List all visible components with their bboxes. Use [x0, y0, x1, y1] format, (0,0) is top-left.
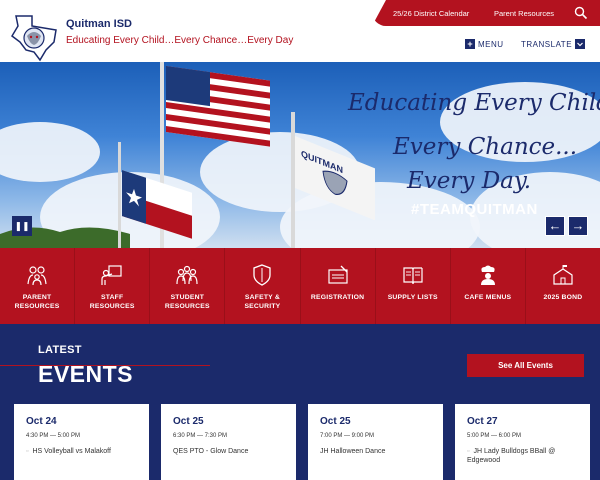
quick-link-2025-bond[interactable]: 2025 BOND [526, 248, 600, 324]
previous-slide-button[interactable]: ← [545, 216, 565, 236]
teacher-icon [101, 265, 122, 285]
chevron-down-icon [575, 39, 586, 49]
latest-events-section: LATEST EVENTS See All Events Oct 24 4:30… [0, 324, 600, 480]
search-icon[interactable] [574, 6, 588, 20]
event-title-row: JH Halloween Dance [320, 447, 435, 456]
quick-link-label: STAFF RESOURCES [89, 294, 135, 310]
quick-link-label: 2025 BOND [543, 294, 583, 301]
event-time: 4:30 PM — 5:00 PM [26, 433, 81, 439]
hero-slideshow: QUITMAN Educating Every Child... Every C… [0, 62, 600, 248]
quick-link-label: STUDENT RESOURCES [164, 294, 210, 310]
site-name[interactable]: Quitman ISD [66, 18, 132, 30]
location-icon: ▫ [26, 448, 29, 455]
district-calendar-link[interactable]: 25/26 District Calendar [393, 9, 469, 18]
translate-label: TRANSLATE [521, 39, 573, 49]
event-title-row: ▫ JH Lady Bulldogs BBall @ Edgewood [467, 447, 582, 465]
shield-icon [253, 264, 272, 286]
event-title-row: ▫ HS Volleyball vs Malakoff [26, 447, 141, 456]
event-card[interactable]: Oct 25 7:00 PM — 9:00 PM JH Halloween Da… [308, 404, 443, 480]
hero-hashtag: #TEAMQUITMAN [411, 201, 538, 218]
quick-link-label: REGISTRATION [310, 294, 365, 301]
quick-link-label: SAFETY & SECURITY [244, 294, 281, 310]
parent-resources-link[interactable]: Parent Resources [494, 9, 554, 18]
translate-button[interactable]: TRANSLATE [521, 39, 586, 49]
event-title-row: QES PTO - Glow Dance [173, 447, 288, 456]
quick-link-supply-lists[interactable]: SUPPLY LISTS [376, 248, 451, 324]
event-date: Oct 25 [173, 416, 204, 427]
event-time: 6:30 PM — 7:30 PM [173, 433, 228, 439]
district-logo[interactable] [10, 12, 60, 62]
event-title[interactable]: JH Halloween Dance [320, 448, 385, 455]
family-icon [27, 266, 47, 286]
hero-script-line-1: Educating Every Child... [348, 90, 600, 116]
event-title[interactable]: QES PTO - Glow Dance [173, 448, 248, 455]
event-card[interactable]: Oct 27 5:00 PM — 6:00 PM ▫ JH Lady Bulldo… [455, 404, 590, 480]
quick-link-staff-resources[interactable]: STAFF RESOURCES [75, 248, 151, 324]
chef-icon [480, 265, 495, 285]
quick-link-student-resources[interactable]: STUDENT RESOURCES [150, 248, 226, 324]
quick-link-registration[interactable]: REGISTRATION [301, 248, 376, 324]
event-title[interactable]: HS Volleyball vs Malakoff [32, 448, 110, 455]
school-building-icon [553, 265, 573, 285]
quick-link-label: CAFE MENUS [464, 294, 512, 301]
event-time: 7:00 PM — 9:00 PM [320, 433, 375, 439]
events-heading-small: LATEST [38, 344, 82, 356]
event-date: Oct 27 [467, 416, 498, 427]
quick-link-label: PARENT RESOURCES [14, 294, 60, 310]
clipboard-icon [327, 265, 348, 284]
quick-links-bar: PARENT RESOURCES STAFF RESOURCES STUDENT… [0, 248, 600, 324]
event-date: Oct 24 [26, 416, 57, 427]
next-slide-button[interactable]: → [568, 216, 588, 236]
quick-link-cafe-menus[interactable]: CAFE MENUS [451, 248, 526, 324]
hero-script-line-3: Every Day. [407, 168, 532, 194]
quick-link-label: SUPPLY LISTS [387, 294, 438, 301]
hero-script-line-2: Every Chance... [393, 134, 578, 160]
menu-button[interactable]: + MENU [465, 39, 504, 49]
quick-link-parent-resources[interactable]: PARENT RESOURCES [0, 248, 76, 324]
event-title[interactable]: JH Lady Bulldogs BBall @ Edgewood [467, 448, 555, 464]
see-all-events-button[interactable]: See All Events [467, 354, 584, 377]
menu-label: MENU [478, 39, 504, 49]
events-heading: EVENTS [38, 361, 134, 387]
event-date: Oct 25 [320, 416, 351, 427]
location-icon: ▫ [467, 448, 470, 455]
pause-button[interactable]: ❚❚ [12, 216, 32, 236]
quick-link-safety-security[interactable]: SAFETY & SECURITY [225, 248, 301, 324]
event-cards: Oct 24 4:30 PM — 5:00 PM ▫ HS Volleyball … [14, 404, 590, 480]
event-card[interactable]: Oct 25 6:30 PM — 7:30 PM QES PTO - Glow … [161, 404, 296, 480]
book-icon [403, 267, 423, 285]
site-header: Quitman ISD Educating Every Child…Every … [0, 0, 600, 62]
event-card[interactable]: Oct 24 4:30 PM — 5:00 PM ▫ HS Volleyball … [14, 404, 149, 480]
students-icon [176, 265, 198, 285]
utility-bar: 25/26 District Calendar Parent Resources [372, 0, 600, 26]
plus-icon: + [465, 39, 475, 49]
event-time: 5:00 PM — 6:00 PM [467, 433, 522, 439]
site-tagline: Educating Every Child…Every Chance…Every… [66, 35, 294, 46]
